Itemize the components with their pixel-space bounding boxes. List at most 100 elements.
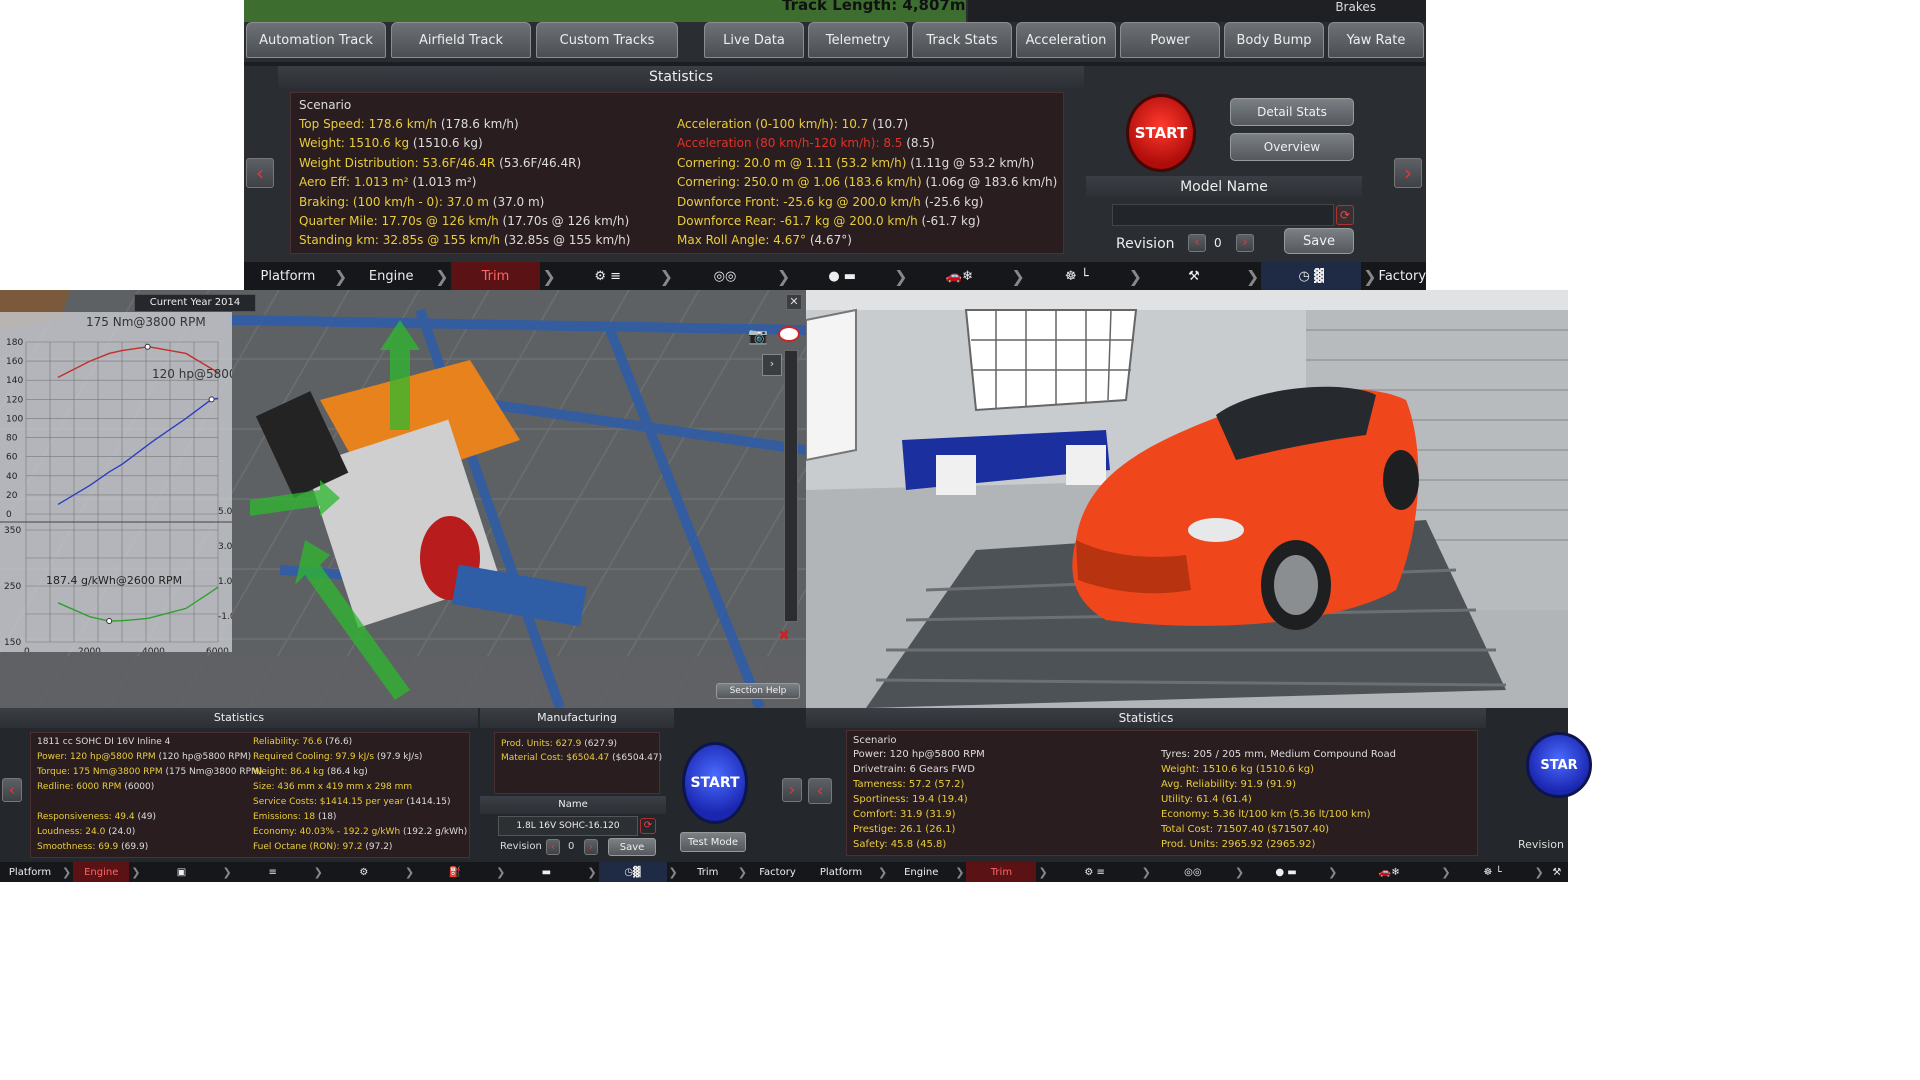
tab-body-bump[interactable]: Body Bump xyxy=(1224,22,1324,58)
eye-icon[interactable] xyxy=(778,326,800,342)
next-arrow-button[interactable]: › xyxy=(1394,158,1422,188)
nav-platform[interactable]: Platform xyxy=(0,862,60,882)
nav-trim[interactable]: Trim xyxy=(966,862,1037,882)
camera-icon[interactable]: 📷 xyxy=(748,326,768,345)
model-name-input[interactable] xyxy=(1112,204,1334,226)
engine-stat-value: 1811 cc SOHC DI 16V Inline 4 xyxy=(37,737,171,747)
car-prev-arrow[interactable]: ‹ xyxy=(808,778,832,804)
tab-automation-track[interactable]: Automation Track xyxy=(246,22,386,58)
nav-engine-test-icon[interactable]: ◷▓ xyxy=(598,862,667,882)
tab-track-stats[interactable]: Track Stats xyxy=(912,22,1012,58)
nav-trim[interactable]: Trim xyxy=(450,262,541,290)
nav-interior-icon[interactable]: ☸ └ xyxy=(1027,262,1127,290)
engine-stat-compare: (18) xyxy=(317,812,337,822)
material-cost: Material Cost: $6504.47 ($6504.47) xyxy=(501,753,663,763)
stat-compare: (4.67°) xyxy=(809,233,852,248)
scrollbar[interactable] xyxy=(784,350,798,622)
reset-view-icon[interactable]: ✖ xyxy=(778,628,790,644)
prev-arrow-button[interactable]: ‹ xyxy=(246,158,274,188)
nav-platform[interactable]: Platform xyxy=(244,262,332,290)
nav-tune-icon[interactable]: ⚒ xyxy=(1546,862,1568,882)
nav-exhaust-icon[interactable]: ▬ xyxy=(507,862,585,882)
nav-suspension-icon[interactable]: ⚙ ≡ xyxy=(1050,862,1140,882)
nav-suspension-icon[interactable]: ⚙ ≡ xyxy=(558,262,658,290)
tab-live-data[interactable]: Live Data xyxy=(704,22,804,58)
section-help-button[interactable]: Section Help xyxy=(716,683,800,699)
nav-fuel-icon[interactable]: ⛽ xyxy=(416,862,494,882)
stat-row: Aero Eff: 1.013 m² (1.013 m²) xyxy=(299,175,476,189)
revision-value: 0 xyxy=(1214,236,1222,250)
car-stats-title: Statistics xyxy=(806,708,1486,728)
nav-head-icon[interactable]: ≡ xyxy=(234,862,312,882)
stat-row: Weight Distribution: 53.6F/46.4R (53.6F/… xyxy=(299,156,581,170)
revision-decrement-button[interactable]: ‹ xyxy=(1188,234,1206,252)
engine-name-input[interactable]: 1.8L 16V SOHC-16.120 xyxy=(498,816,638,836)
engine-stats-box: 1811 cc SOHC DI 16V Inline 4 Power: 120 … xyxy=(30,732,470,858)
tab-power[interactable]: Power xyxy=(1120,22,1220,58)
stat-row: Cornering: 20.0 m @ 1.11 (53.2 km/h) (1.… xyxy=(677,156,1034,170)
nav-wheels-icon[interactable]: ◎◎ xyxy=(675,262,775,290)
nav-aero-icon[interactable]: ● ▬ xyxy=(1246,862,1326,882)
nav-factory[interactable]: Factory xyxy=(749,862,806,882)
tab-custom-tracks[interactable]: Custom Tracks xyxy=(536,22,678,58)
nav-platform[interactable]: Platform xyxy=(806,862,876,882)
nav-engine[interactable]: Engine xyxy=(889,862,953,882)
car-stat-row: Prod. Units: 2965.92 (2965.92) xyxy=(1161,839,1316,850)
tab-telemetry[interactable]: Telemetry xyxy=(808,22,908,58)
detail-stats-button[interactable]: Detail Stats xyxy=(1230,98,1354,126)
nav-block-icon[interactable]: ▣ xyxy=(142,862,220,882)
stat-compare: (10.7) xyxy=(872,117,909,131)
nav-aero-icon[interactable]: ● ▬ xyxy=(792,262,892,290)
engine-stat-value: Service Costs: $1414.15 per year xyxy=(253,797,404,807)
engine-revision-decrement[interactable]: ‹ xyxy=(546,839,560,855)
engine-stat-row: Fuel Octane (RON): 97.2 (97.2) xyxy=(253,842,392,852)
nav-bottom-end-icon[interactable]: ⚙ xyxy=(325,862,403,882)
main-nav-bar: Platform ❯ Engine ❯ Trim ❯ ⚙ ≡ ❯ ◎◎ ❯ ● ▬ ❯ 🚗❄… xyxy=(244,262,1426,290)
engine-stat-row: 1811 cc SOHC DI 16V Inline 4 xyxy=(37,737,170,747)
expand-arrow-button[interactable]: › xyxy=(762,354,782,376)
engine-revision-increment[interactable]: › xyxy=(584,839,598,855)
stat-row: Downforce Front: -25.6 kg @ 200.0 km/h (… xyxy=(677,195,983,209)
stat-row: Top Speed: 178.6 km/h (178.6 km/h) xyxy=(299,117,519,131)
nav-trim[interactable]: Trim xyxy=(680,862,736,882)
y-tick-label: 350 xyxy=(4,526,21,536)
nav-wheels-icon[interactable]: ◎◎ xyxy=(1153,862,1233,882)
stat-label: Weight: xyxy=(299,136,345,151)
tab-airfield-track[interactable]: Airfield Track xyxy=(391,22,531,58)
test-mode-button[interactable]: Test Mode xyxy=(680,832,746,852)
right-tick-label: 1.0 xyxy=(218,577,232,587)
engine-stat-compare: (6000) xyxy=(124,782,155,792)
nav-engine[interactable]: Engine xyxy=(349,262,433,290)
nav-testing-icon[interactable]: ◷ ▓ xyxy=(1261,262,1362,290)
close-icon[interactable]: ✕ xyxy=(786,294,802,310)
tab-acceleration[interactable]: Acceleration xyxy=(1016,22,1116,58)
save-button[interactable]: Save xyxy=(1284,228,1354,254)
stat-compare: (17.70s @ 126 km/h) xyxy=(502,214,630,228)
y-tick-label: 80 xyxy=(6,434,18,444)
engine-prev-arrow[interactable]: ‹ xyxy=(2,778,22,802)
track-test-panel: Track Length: 4,807m Brakes Automation T… xyxy=(244,0,1426,290)
car-revision-label: Revision xyxy=(1518,838,1564,851)
car-stat-row: Weight: 1510.6 kg (1510.6 kg) xyxy=(1161,764,1314,775)
tab-yaw-rate[interactable]: Yaw Rate xyxy=(1328,22,1424,58)
car-start-button[interactable]: STAR xyxy=(1526,732,1592,798)
engine-save-button[interactable]: Save xyxy=(608,838,656,856)
engine-chart-panel: 180 160 140 120 100 80 60 40 20 0 350 250 150 5.0 3.0 1… xyxy=(0,312,232,652)
nav-body-icon[interactable]: 🚗❄ xyxy=(910,262,1010,290)
nav-interior-icon[interactable]: ☸ └ xyxy=(1453,862,1533,882)
refresh-icon[interactable]: ⟳ xyxy=(1336,205,1354,225)
refresh-icon[interactable]: ⟳ xyxy=(640,818,656,834)
nav-body-icon[interactable]: 🚗❄ xyxy=(1339,862,1439,882)
car-stats-box: Scenario Power: 120 hp@5800 RPM Drivetrai… xyxy=(846,730,1478,856)
engine-stat-value: Power: 120 hp@5800 RPM xyxy=(37,752,156,762)
engine-start-button[interactable]: START xyxy=(682,742,748,824)
nav-tune-icon[interactable]: ⚒ xyxy=(1144,262,1244,290)
start-button[interactable]: START xyxy=(1126,94,1196,172)
engine-stat-value: Size: 436 mm x 419 mm x 298 mm xyxy=(253,782,413,792)
revision-increment-button[interactable]: › xyxy=(1236,234,1254,252)
overview-button[interactable]: Overview xyxy=(1230,133,1354,161)
nav-engine[interactable]: Engine xyxy=(73,862,130,882)
model-name-title: Model Name xyxy=(1086,176,1362,198)
nav-factory[interactable]: Factory xyxy=(1379,262,1427,290)
engine-next-arrow[interactable]: › xyxy=(782,778,802,802)
